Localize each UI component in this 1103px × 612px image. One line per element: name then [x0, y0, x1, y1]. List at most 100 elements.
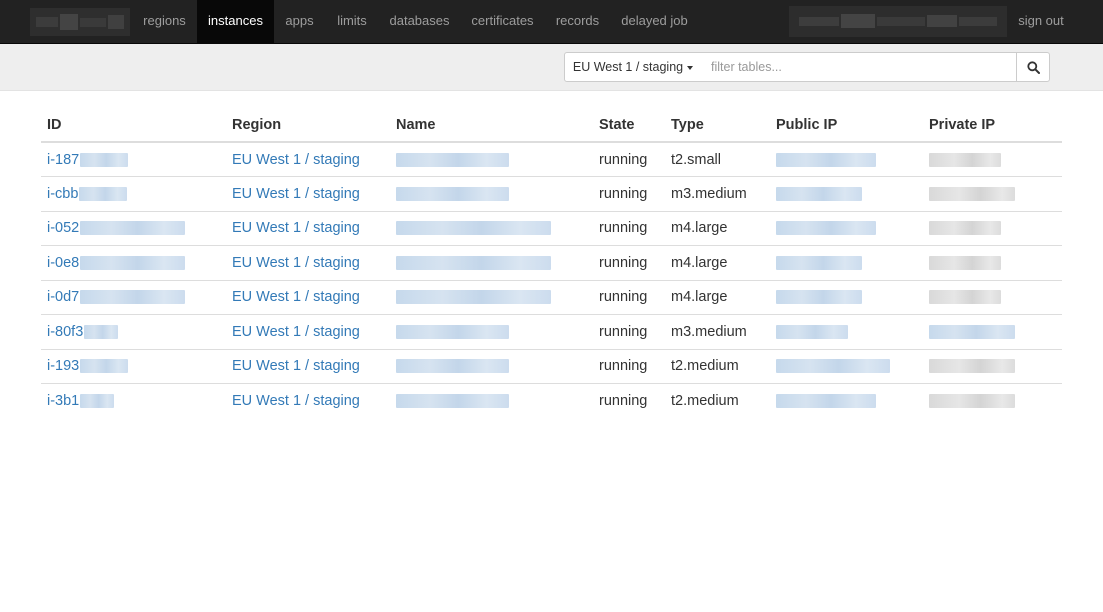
redacted-id	[84, 324, 119, 339]
type-cell: t2.medium	[665, 348, 770, 384]
region-link[interactable]: EU West 1 / staging	[232, 324, 360, 340]
nav-certificates[interactable]: certificates	[460, 0, 545, 44]
state-cell: running	[593, 210, 665, 246]
redacted-id	[80, 221, 186, 236]
type-cell: t2.small	[671, 151, 721, 168]
redacted-private-ip	[929, 359, 1015, 374]
search-icon	[1027, 61, 1040, 74]
region-link[interactable]: EU West 1 / staging	[232, 220, 360, 236]
redacted-private-ip	[929, 186, 1015, 201]
redacted-private-ip	[929, 394, 1015, 409]
redacted-public-ip	[776, 290, 862, 305]
redacted-public-ip	[776, 394, 876, 409]
nav-delayed-job[interactable]: delayed job	[610, 0, 699, 44]
table-row: i-193 EU West 1 / staging running t2.med…	[41, 348, 1062, 384]
table-header-row: ID Region Name State Type Public IP Priv…	[41, 108, 1062, 143]
type-cell: m3.medium	[665, 176, 770, 211]
column-header-state[interactable]: State	[593, 108, 665, 143]
instance-id-link[interactable]: i-0d7	[47, 289, 79, 305]
table-row: i-cbb EU West 1 / staging running m3.med…	[41, 176, 1062, 211]
redacted-id	[80, 290, 186, 305]
region-dropdown-label: EU West 1 / staging	[572, 60, 684, 74]
state-cell: running	[593, 245, 665, 280]
redacted-public-ip	[776, 186, 862, 201]
caret-down-icon	[687, 65, 694, 70]
nav-databases[interactable]: databases	[379, 0, 460, 44]
redacted-private-ip	[929, 290, 1001, 305]
user-email-redacted	[789, 6, 1007, 37]
region-link[interactable]: EU West 1 / staging	[232, 255, 360, 271]
redacted-private-ip	[929, 221, 1001, 236]
nav-limits[interactable]: limits	[325, 0, 379, 44]
redacted-name	[396, 255, 551, 270]
instance-id-link[interactable]: i-052	[47, 220, 79, 236]
instance-id-link[interactable]: i-193	[47, 358, 79, 374]
state-cell: running	[593, 314, 665, 349]
redacted-public-ip	[776, 324, 848, 339]
filter-toolbar: EU West 1 / staging	[0, 44, 1103, 91]
redacted-public-ip	[776, 152, 876, 167]
top-navbar: regions instances apps limits databases …	[0, 0, 1103, 44]
redacted-private-ip	[929, 152, 1001, 167]
column-header-type[interactable]: Type	[665, 108, 770, 143]
redacted-name	[396, 221, 551, 236]
nav-instances[interactable]: instances	[197, 0, 274, 44]
column-header-name[interactable]: Name	[390, 108, 593, 143]
type-cell: t2.medium	[665, 383, 770, 418]
redacted-id	[80, 359, 129, 374]
instances-table: ID Region Name State Type Public IP Priv…	[41, 108, 1062, 418]
column-header-region[interactable]: Region	[226, 108, 390, 143]
table-row: i-80f3 EU West 1 / staging running m3.me…	[41, 314, 1062, 349]
redacted-id	[80, 152, 129, 167]
state-cell: running	[593, 348, 665, 384]
redacted-public-ip	[776, 359, 890, 374]
redacted-public-ip	[776, 221, 876, 236]
redacted-private-ip	[929, 324, 1015, 339]
table-row: i-052 EU West 1 / staging running m4.lar…	[41, 210, 1062, 246]
redacted-name	[396, 290, 551, 305]
column-header-public-ip[interactable]: Public IP	[770, 108, 923, 143]
state-cell: running	[599, 151, 648, 168]
region-link[interactable]: EU West 1 / staging	[232, 358, 360, 374]
column-header-private-ip[interactable]: Private IP	[923, 108, 1062, 143]
state-cell: running	[593, 176, 665, 211]
redacted-name	[396, 394, 509, 409]
redacted-name	[396, 359, 509, 374]
search-button[interactable]	[1016, 52, 1050, 82]
nav-records[interactable]: records	[545, 0, 610, 44]
instance-id-link[interactable]: i-0e8	[47, 255, 79, 271]
region-link[interactable]: EU West 1 / staging	[232, 289, 360, 305]
type-cell: m4.large	[665, 279, 770, 315]
state-cell: running	[593, 279, 665, 315]
redacted-id	[80, 394, 115, 408]
region-dropdown[interactable]: EU West 1 / staging	[564, 52, 702, 82]
table-row: i-187 EU West 1 / staging running t2.sma…	[41, 142, 1062, 177]
redacted-name	[396, 186, 509, 201]
instance-id-link[interactable]: i-3b1	[47, 393, 79, 409]
redacted-id	[80, 255, 186, 270]
type-cell: m3.medium	[665, 314, 770, 349]
redacted-name	[396, 152, 509, 167]
redacted-public-ip	[776, 255, 862, 270]
type-cell: m4.large	[665, 245, 770, 280]
instance-id-link[interactable]: i-187	[47, 152, 79, 168]
region-link[interactable]: EU West 1 / staging	[232, 186, 360, 202]
region-link[interactable]: EU West 1 / staging	[232, 152, 360, 168]
redacted-name	[396, 324, 509, 339]
table-row: i-0d7 EU West 1 / staging running m4.lar…	[41, 279, 1062, 315]
region-link[interactable]: EU West 1 / staging	[232, 393, 360, 409]
column-header-id[interactable]: ID	[41, 108, 226, 143]
table-row: i-3b1 EU West 1 / staging running t2.med…	[41, 383, 1062, 418]
type-cell: m4.large	[665, 210, 770, 246]
filter-tables-input[interactable]	[701, 52, 1017, 82]
brand-logo-redacted[interactable]	[30, 8, 130, 36]
nav-regions[interactable]: regions	[132, 0, 197, 44]
redacted-id	[79, 186, 128, 201]
sign-out-link[interactable]: sign out	[1006, 0, 1076, 44]
redacted-private-ip	[929, 255, 1001, 270]
state-cell: running	[593, 383, 665, 418]
nav-apps[interactable]: apps	[274, 0, 325, 44]
instance-id-link[interactable]: i-80f3	[47, 324, 83, 340]
table-row: i-0e8 EU West 1 / staging running m4.lar…	[41, 245, 1062, 280]
instance-id-link[interactable]: i-cbb	[47, 186, 78, 202]
